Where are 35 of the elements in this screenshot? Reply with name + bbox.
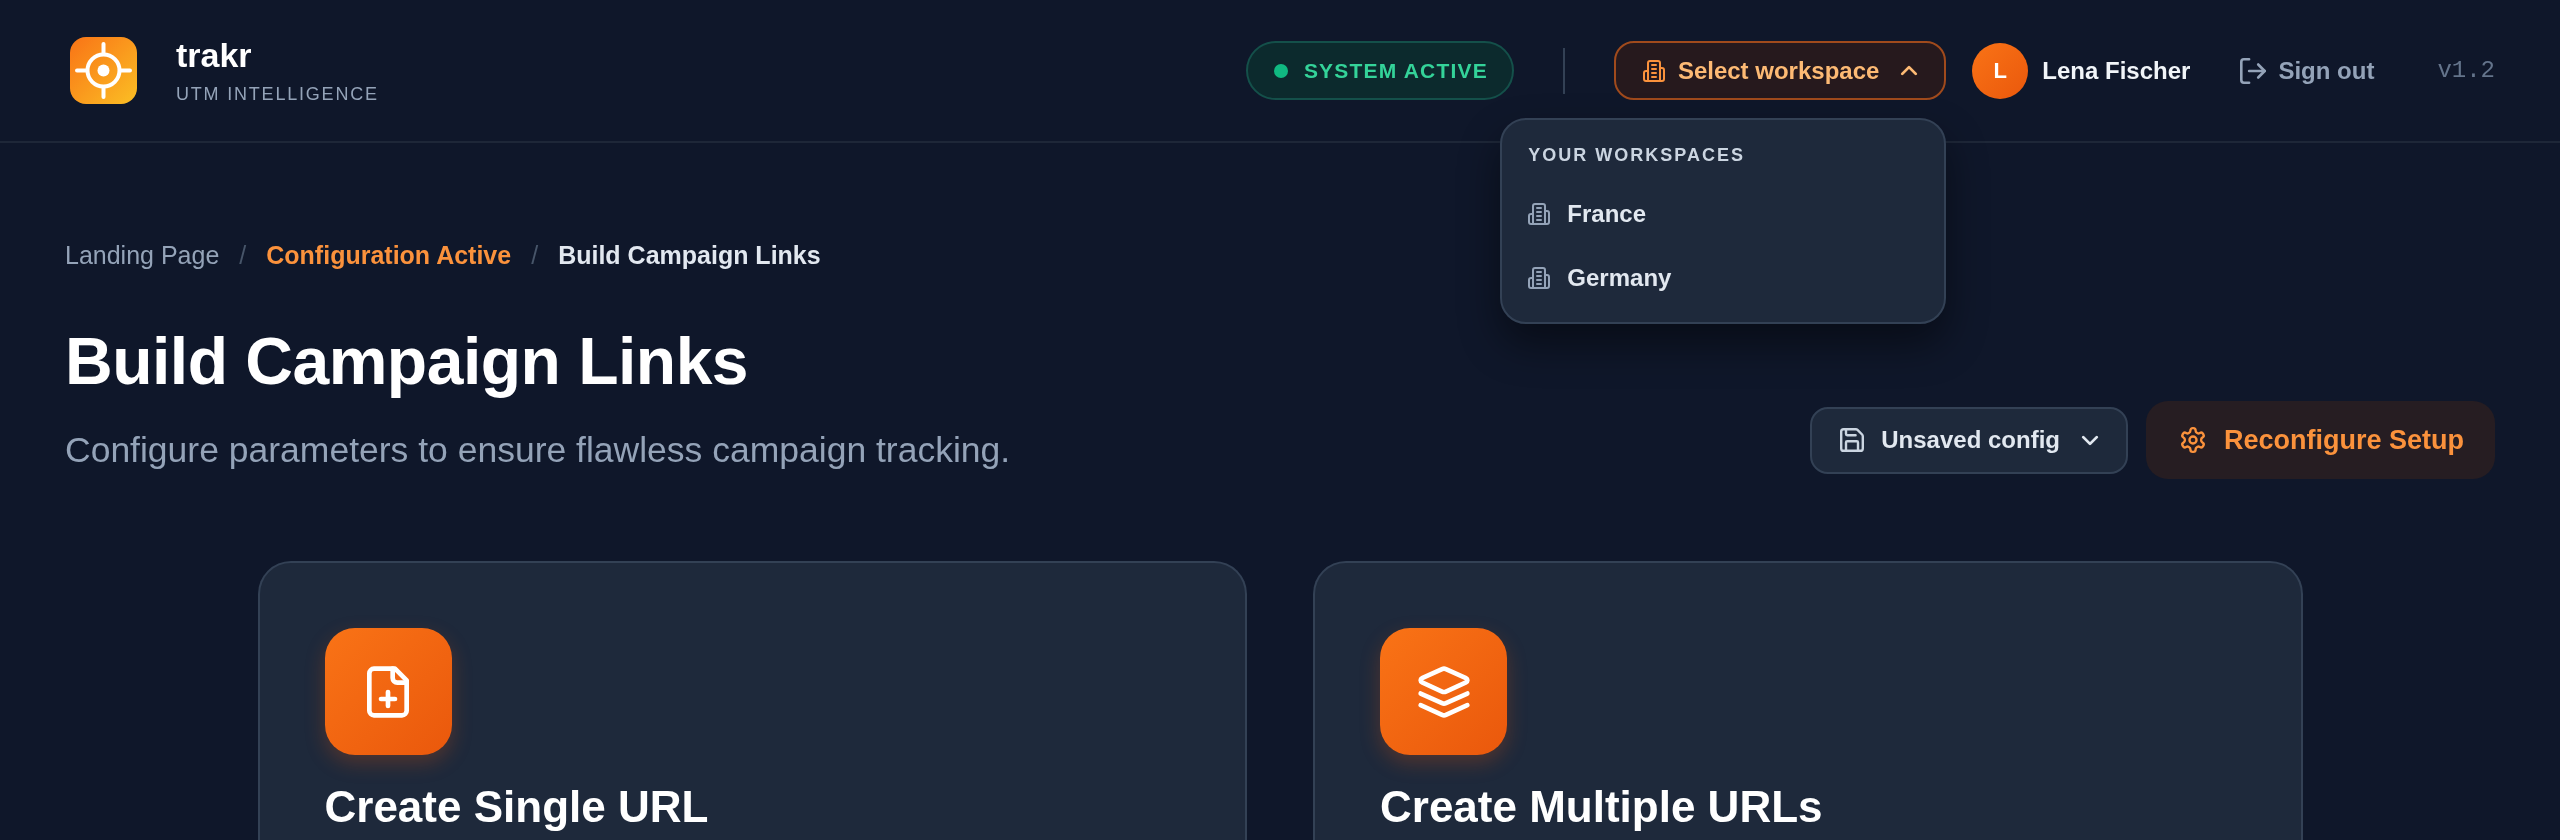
page-title: Build Campaign Links (65, 323, 750, 400)
breadcrumb-link[interactable]: Configuration Active (266, 239, 512, 271)
sign-out-icon (2240, 57, 2267, 84)
building-icon (1642, 59, 1665, 82)
user-name: Lena Fischer (2042, 56, 2191, 85)
menu-heading: YOUR WORKSPACES (1527, 144, 1747, 166)
building-icon (1528, 267, 1551, 289)
crosshair-icon (70, 37, 137, 104)
user-avatar: L (1972, 42, 2029, 99)
action-card[interactable]: Create Single URL (257, 561, 1247, 840)
settings-icon (2179, 427, 2206, 453)
breadcrumb-separator: / (531, 240, 539, 271)
card-title: Create Multiple URLs (1380, 781, 1824, 833)
config-select-button[interactable]: Unsaved config (1810, 406, 2128, 474)
workspace-select-button[interactable]: Select workspace (1613, 41, 1947, 100)
breadcrumb-separator: / (239, 240, 247, 271)
card-title: Create Single URL (324, 781, 710, 833)
breadcrumb-current: Build Campaign Links (558, 240, 821, 271)
menu-item[interactable]: France (1502, 182, 1945, 246)
sign-out-button[interactable]: Sign out (2240, 56, 2375, 85)
status-label: SYSTEM ACTIVE (1303, 58, 1488, 83)
menu-item[interactable]: Germany (1502, 246, 1945, 310)
chevron-down-icon (2081, 435, 2098, 445)
layers-icon (1380, 628, 1507, 755)
version-label: v1.2 (2437, 57, 2495, 84)
chevron-up-icon (1901, 66, 1918, 75)
building-icon (1528, 203, 1551, 225)
reconfigure-button[interactable]: Reconfigure Setup (2145, 401, 2495, 479)
brand-tagline: UTM INTELLIGENCE (176, 83, 379, 105)
breadcrumb-link[interactable]: Landing Page (65, 239, 220, 271)
save-icon (1840, 428, 1865, 452)
brand-name: trakr (176, 36, 252, 74)
page-subtitle: Configure parameters to ensure flawless campaign tracking. (65, 429, 1011, 472)
action-card[interactable]: Create Multiple URLs (1313, 561, 2303, 840)
file-plus-icon (324, 628, 452, 755)
